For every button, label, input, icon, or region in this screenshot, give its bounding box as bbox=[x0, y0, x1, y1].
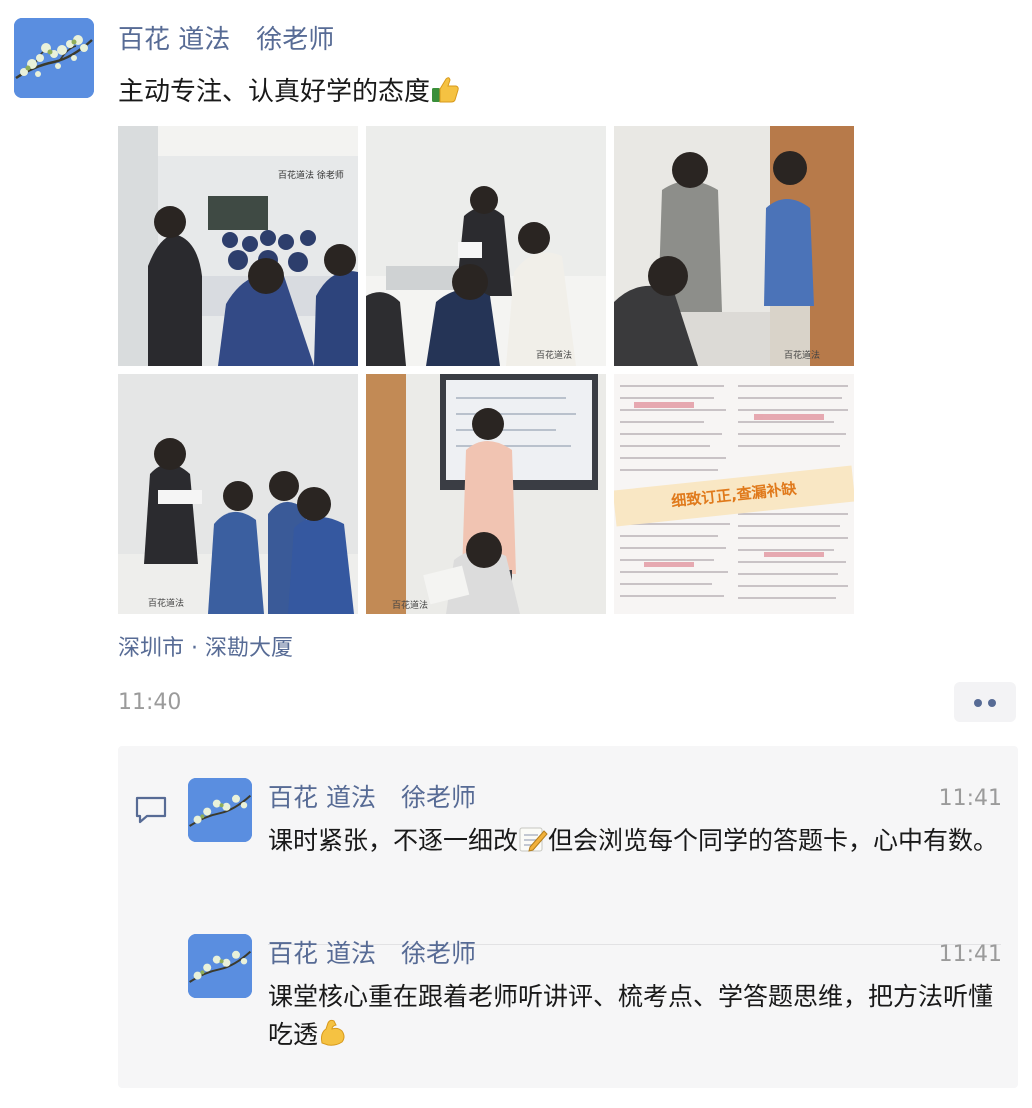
comment-text: 课堂核心重在跟着老师听讲评、梳考点、学答题思维，把方法听懂吃透 bbox=[268, 978, 1008, 1058]
comment-section: 百花 道法 徐老师 11:41 课时紧张，不逐一细改 但会浏览每个同学的答题卡，心… bbox=[118, 746, 1018, 1088]
photo-2-caption: 百花道法 bbox=[536, 349, 572, 361]
photo-2[interactable]: 百花道法 bbox=[366, 126, 606, 366]
commenter-name[interactable]: 百花 道法 徐老师 bbox=[268, 782, 476, 814]
post-text-content: 主动专注、认真好学的态度 bbox=[118, 77, 431, 107]
post-text: 主动专注、认真好学的态度 bbox=[118, 74, 460, 113]
location-link[interactable]: 深圳市 · 深勘大厦 bbox=[118, 634, 293, 664]
author-avatar[interactable] bbox=[14, 18, 94, 98]
comment-time: 11:41 bbox=[938, 786, 1002, 811]
more-actions-button[interactable] bbox=[954, 682, 1016, 722]
photo-grid: 百花道法 徐老师 百花道法 百花道法 百花道法 百花道法 细致订正,查漏补缺 bbox=[118, 126, 854, 614]
comment-time: 11:41 bbox=[938, 942, 1002, 967]
post-author[interactable]: 百花 道法 徐老师 bbox=[118, 24, 334, 56]
photo-6[interactable]: 细致订正,查漏补缺 bbox=[614, 374, 854, 614]
photo-3[interactable]: 百花道法 bbox=[614, 126, 854, 366]
photo-1-caption: 百花道法 徐老师 bbox=[278, 169, 344, 181]
comment-text: 课时紧张，不逐一细改 但会浏览每个同学的答题卡，心中有数。 bbox=[268, 822, 1008, 864]
thumbs-up-icon bbox=[430, 74, 460, 113]
more-dot-icon bbox=[988, 699, 996, 707]
commenter-name[interactable]: 百花 道法 徐老师 bbox=[268, 938, 476, 970]
comment-item: 百花 道法 徐老师 11:41 课时紧张，不逐一细改 但会浏览每个同学的答题卡，心… bbox=[188, 778, 1008, 948]
photo-5[interactable]: 百花道法 bbox=[366, 374, 606, 614]
commenter-avatar[interactable] bbox=[188, 934, 252, 998]
photo-5-caption: 百花道法 bbox=[392, 599, 428, 611]
photo-4-caption: 百花道法 bbox=[148, 597, 184, 609]
flexed-biceps-icon bbox=[318, 1017, 348, 1058]
photo-1[interactable]: 百花道法 徐老师 bbox=[118, 126, 358, 366]
comment-bubble-icon bbox=[135, 796, 167, 824]
post-time: 11:40 bbox=[118, 690, 182, 715]
memo-icon bbox=[518, 825, 548, 864]
comment-text-part: 课时紧张，不逐一细改 bbox=[268, 826, 519, 855]
comment-item: 百花 道法 徐老师 11:41 课堂核心重在跟着老师听讲评、梳考点、学答题思维，… bbox=[188, 934, 1008, 1084]
photo-4[interactable]: 百花道法 bbox=[118, 374, 358, 614]
commenter-avatar[interactable] bbox=[188, 778, 252, 842]
comment-text-part: 课堂核心重在跟着老师听讲评、梳考点、学答题思维，把方法听懂吃透 bbox=[268, 982, 994, 1049]
photo-3-caption: 百花道法 bbox=[784, 349, 820, 361]
comment-text-part: 但会浏览每个同学的答题卡，心中有数。 bbox=[548, 826, 999, 855]
more-dot-icon bbox=[974, 699, 982, 707]
